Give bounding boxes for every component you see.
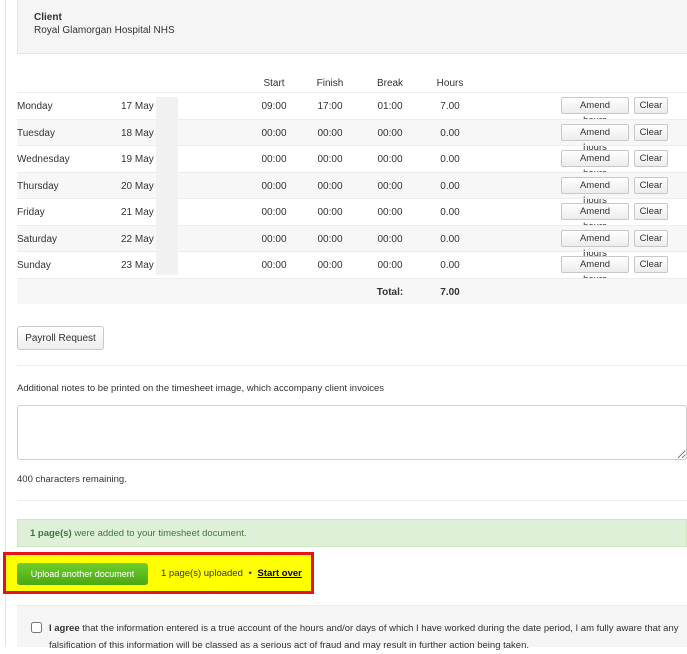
- payroll-request-button[interactable]: Payroll Request: [17, 326, 104, 350]
- row-date: 18 May: [121, 127, 154, 139]
- table-row: Thursday 20 May 00:00 00:00 00:00 0.00 A…: [17, 171, 687, 206]
- row-hours: 0.00: [440, 260, 460, 271]
- page-left-border: [5, 0, 6, 647]
- row-break: 01:00: [377, 101, 403, 112]
- clear-button[interactable]: Clear: [634, 203, 668, 220]
- success-alert: 1 page(s) were added to your timesheet d…: [17, 519, 687, 547]
- characters-remaining: 400 characters remaining.: [17, 474, 127, 485]
- timesheet-table: Start Finish Break Hours Monday 17 May 0…: [17, 72, 687, 304]
- row-hours: 0.00: [440, 180, 460, 192]
- table-row: Tuesday 18 May 00:00 00:00 00:00 0.00 Am…: [17, 118, 687, 153]
- agree-checkbox[interactable]: [31, 622, 42, 633]
- upload-another-document-button[interactable]: Upload another document: [17, 563, 148, 585]
- row-date: 19 May: [121, 154, 154, 165]
- row-date: 22 May: [121, 233, 154, 245]
- success-count: 1 page(s): [30, 528, 72, 539]
- upload-status-text: 1 page(s) uploaded: [161, 568, 243, 579]
- amend-hours-button[interactable]: Amend hours: [561, 176, 629, 206]
- table-row: Sunday 23 May 00:00 00:00 00:00 0.00 Ame…: [17, 251, 687, 285]
- table-row: Monday 17 May 09:00 17:00 01:00 7.00 Ame…: [17, 92, 687, 126]
- row-date: 23 May: [121, 260, 154, 271]
- table-header: Start Finish Break Hours: [17, 72, 687, 92]
- clear-button[interactable]: Clear: [634, 150, 668, 167]
- row-finish: 17:00: [317, 101, 343, 112]
- header-hours: Hours: [436, 78, 464, 89]
- row-date: 21 May: [121, 207, 154, 218]
- clear-button[interactable]: Clear: [634, 229, 668, 247]
- row-start: 00:00: [261, 180, 287, 192]
- row-finish: 00:00: [317, 127, 343, 139]
- notes-textarea[interactable]: [17, 405, 687, 460]
- row-break: 00:00: [377, 207, 403, 218]
- row-hours: 0.00: [440, 207, 460, 218]
- row-finish: 00:00: [317, 233, 343, 245]
- redacted-area: [156, 97, 178, 275]
- agreement-panel: I agree that the information entered is …: [17, 605, 687, 651]
- client-panel: Client Royal Glamorgan Hospital NHS: [17, 0, 687, 54]
- row-day: Friday: [17, 207, 45, 218]
- row-start: 00:00: [261, 233, 287, 245]
- row-day: Monday: [17, 101, 53, 112]
- row-start: 00:00: [261, 260, 287, 271]
- total-label: Total:: [376, 286, 404, 298]
- header-start: Start: [263, 78, 285, 89]
- row-day: Saturday: [17, 233, 58, 245]
- client-name: Royal Glamorgan Hospital NHS: [34, 25, 175, 36]
- agreement-text: I agree that the information entered is …: [49, 620, 679, 654]
- row-day: Wednesday: [17, 154, 70, 165]
- row-break: 00:00: [377, 260, 403, 271]
- header-finish: Finish: [316, 78, 344, 89]
- row-finish: 00:00: [317, 260, 343, 271]
- agree-lead: I agree: [49, 623, 80, 634]
- client-label: Client: [34, 12, 62, 23]
- row-start: 00:00: [261, 127, 287, 139]
- table-row: Friday 21 May 00:00 00:00 00:00 0.00 Ame…: [17, 198, 687, 232]
- row-break: 00:00: [377, 180, 403, 192]
- row-day: Thursday: [17, 180, 59, 192]
- row-start: 00:00: [261, 154, 287, 165]
- clear-button[interactable]: Clear: [634, 256, 668, 273]
- clear-button[interactable]: Clear: [634, 97, 668, 114]
- amend-hours-button[interactable]: Amend hours: [561, 256, 629, 285]
- row-break: 00:00: [377, 127, 403, 139]
- row-finish: 00:00: [317, 207, 343, 218]
- row-finish: 00:00: [317, 154, 343, 165]
- row-date: 17 May: [121, 101, 154, 112]
- row-break: 00:00: [377, 154, 403, 165]
- row-hours: 0.00: [440, 233, 460, 245]
- divider: [17, 500, 687, 501]
- row-day: Sunday: [17, 260, 51, 271]
- row-hours: 0.00: [440, 127, 460, 139]
- total-hours: 7.00: [440, 286, 460, 298]
- success-message: were added to your timesheet document.: [71, 528, 247, 539]
- table-row: Saturday 22 May 00:00 00:00 00:00 0.00 A…: [17, 224, 687, 259]
- amend-hours-button[interactable]: Amend hours: [561, 150, 629, 179]
- notes-label: Additional notes to be printed on the ti…: [17, 383, 385, 394]
- row-break: 00:00: [377, 233, 403, 245]
- row-date: 20 May: [121, 180, 154, 192]
- amend-hours-button[interactable]: Amend hours: [561, 123, 629, 153]
- row-hours: 0.00: [440, 154, 460, 165]
- amend-hours-button[interactable]: Amend hours: [561, 203, 629, 232]
- start-over-link[interactable]: Start over: [257, 568, 301, 579]
- amend-hours-button[interactable]: Amend hours: [561, 97, 629, 126]
- total-row: Total: 7.00: [17, 277, 687, 304]
- clear-button[interactable]: Clear: [634, 123, 668, 141]
- divider: [17, 365, 687, 366]
- row-hours: 7.00: [440, 101, 460, 112]
- clear-button[interactable]: Clear: [634, 176, 668, 194]
- upload-highlight: Upload another document 1 page(s) upload…: [3, 552, 314, 594]
- table-row: Wednesday 19 May 00:00 00:00 00:00 0.00 …: [17, 145, 687, 179]
- amend-hours-button[interactable]: Amend hours: [561, 229, 629, 259]
- upload-status: 1 page(s) uploaded • Start over: [161, 568, 302, 579]
- row-start: 00:00: [261, 207, 287, 218]
- row-day: Tuesday: [17, 127, 55, 139]
- row-start: 09:00: [261, 101, 287, 112]
- row-finish: 00:00: [317, 180, 343, 192]
- header-break: Break: [376, 78, 404, 89]
- separator-dot: •: [248, 568, 252, 579]
